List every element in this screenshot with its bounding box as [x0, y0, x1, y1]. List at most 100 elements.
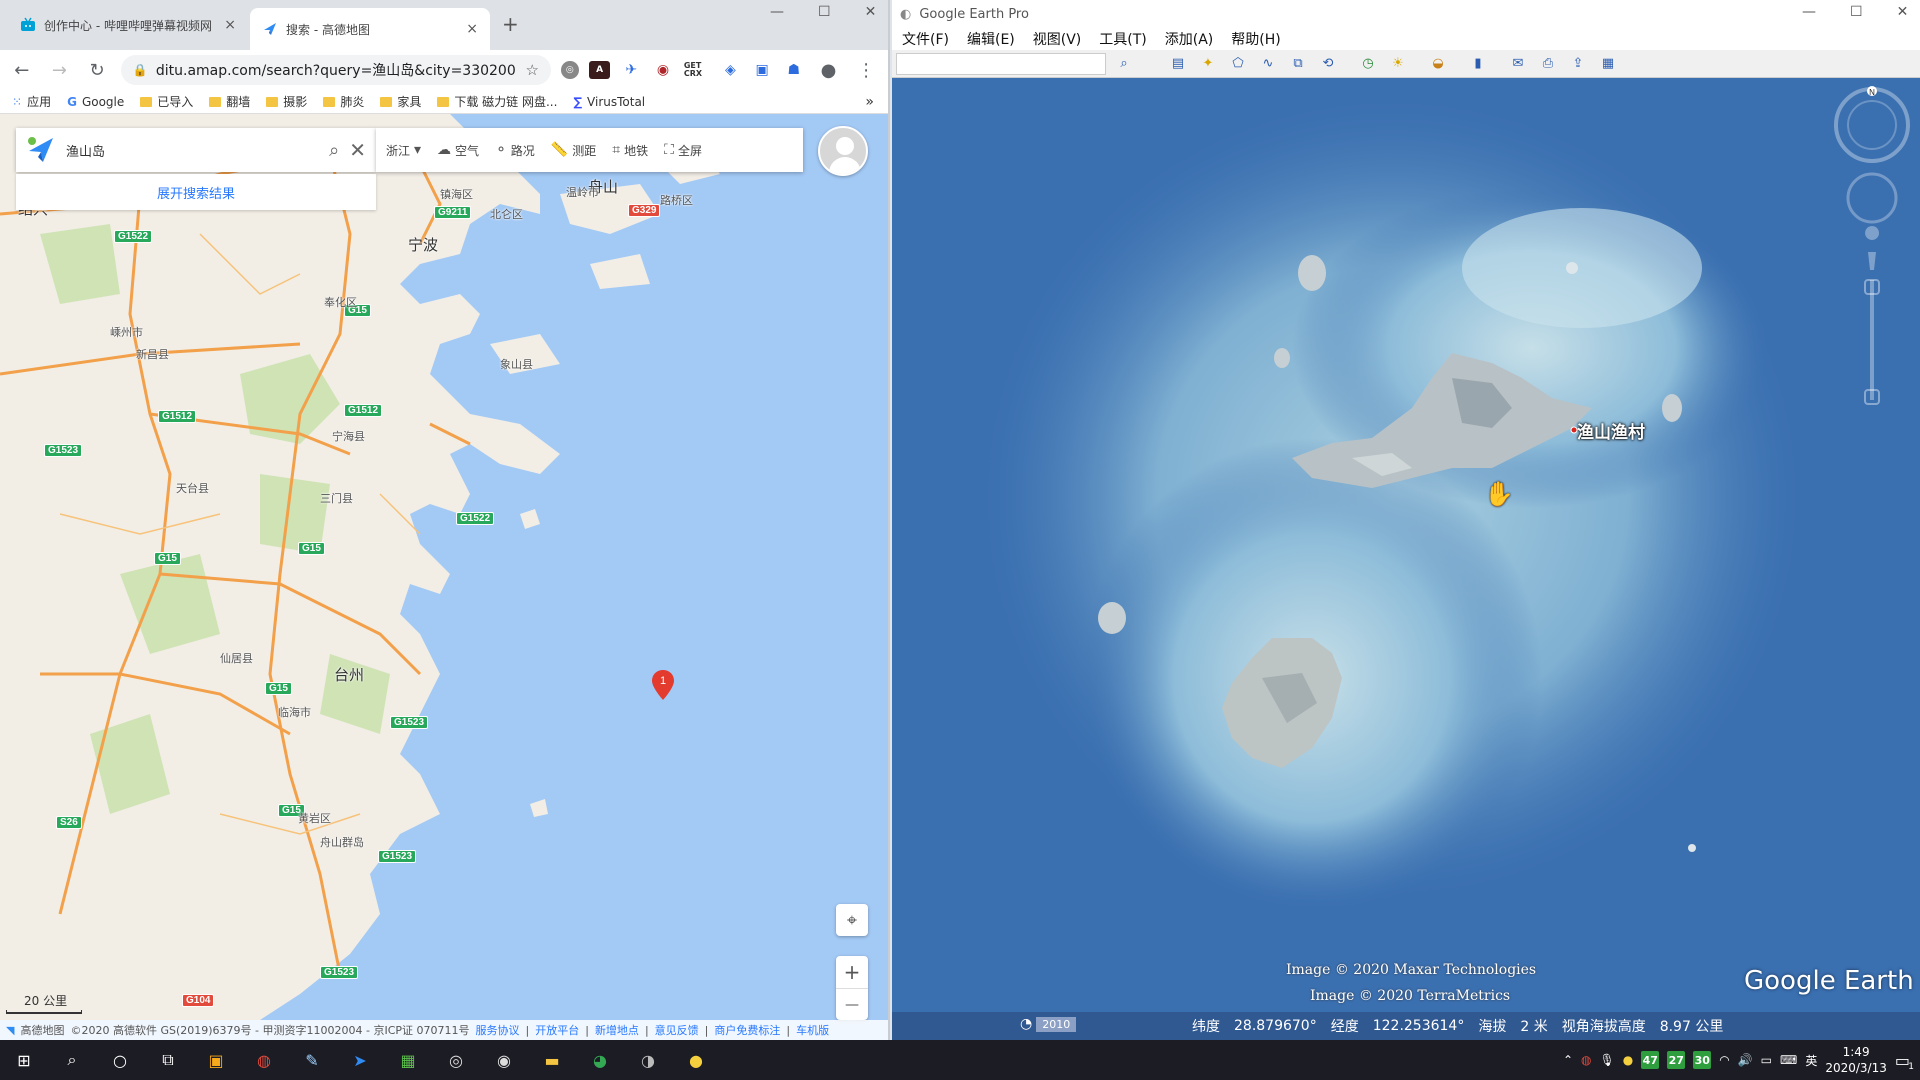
tab-close-button[interactable]: ×	[224, 17, 236, 33]
extension-icon[interactable]: ◉	[652, 61, 674, 79]
reload-button[interactable]: ↻	[83, 56, 111, 84]
start-windows-icon[interactable]: ⊞	[0, 1040, 48, 1080]
footer-link[interactable]: 服务协议	[476, 1022, 520, 1038]
google-earth-taskbar-icon[interactable]: ◑	[624, 1040, 672, 1080]
amap-map-view[interactable]: G1522 G9211 G329 G15 G1512 G1512 G1523 G1522 G15…	[0, 114, 888, 1040]
file-explorer-icon[interactable]: ▬	[528, 1040, 576, 1080]
footer-link[interactable]: 车机版	[796, 1022, 829, 1038]
extension-icon[interactable]: ◎	[560, 61, 579, 79]
extension-icon[interactable]: ☗	[782, 61, 805, 79]
bookmark-folder[interactable]: 已导入	[140, 93, 193, 110]
keyboard-icon[interactable]: ⌨	[1780, 1053, 1797, 1067]
bookmark-star-icon[interactable]: ☆	[525, 61, 538, 79]
app-icon[interactable]: ◍	[240, 1040, 288, 1080]
bookmark-folder[interactable]: 家具	[380, 93, 421, 110]
battery-icon[interactable]: ▭	[1761, 1053, 1772, 1067]
bookmark-folder[interactable]: 下载 磁力链 网盘...	[437, 93, 557, 110]
historical-imagery-icon[interactable]: ◷	[1356, 53, 1380, 75]
subway-button[interactable]: ⌗ 地铁	[612, 142, 648, 159]
address-bar[interactable]: 🔒 ditu.amap.com/search?query=渔山岛&city=33…	[120, 55, 551, 85]
chrome-icon[interactable]: ◕	[576, 1040, 624, 1080]
bookmark-google[interactable]: G Google	[67, 95, 124, 109]
tray-app-icon[interactable]: ●	[1623, 1053, 1633, 1067]
search-icon[interactable]: ⌕	[329, 140, 339, 161]
maximize-button[interactable]: ☐	[818, 4, 831, 20]
extension-icon[interactable]: ✈	[620, 61, 643, 79]
tray-badge[interactable]: 27	[1667, 1051, 1686, 1069]
print-icon[interactable]: ⎙	[1536, 53, 1560, 75]
minimize-button[interactable]: —	[770, 4, 784, 20]
get-crx-icon[interactable]: GET CRX	[683, 61, 710, 79]
menu-edit[interactable]: 编辑(E)	[967, 29, 1015, 49]
menu-help[interactable]: 帮助(H)	[1231, 29, 1280, 49]
tab-bilibili[interactable]: 创作中心 - 哔哩哔哩弹幕视频网 ×	[8, 8, 248, 42]
search-icon[interactable]: ⌕	[48, 1040, 96, 1080]
menu-add[interactable]: 添加(A)	[1165, 29, 1214, 49]
user-avatar[interactable]	[818, 126, 868, 176]
planets-icon[interactable]: ◒	[1426, 53, 1450, 75]
chevron-up-icon[interactable]: ⌃	[1563, 1053, 1573, 1067]
task-view-icon[interactable]: ⧉	[144, 1040, 192, 1080]
amap-taskbar-icon[interactable]: ➤	[336, 1040, 384, 1080]
location-pin-icon[interactable]: 1	[652, 670, 674, 700]
app-icon[interactable]: ◎	[432, 1040, 480, 1080]
sunlight-icon[interactable]: ☀	[1386, 53, 1410, 75]
tray-badge[interactable]: 47	[1641, 1051, 1660, 1069]
add-placemark-icon[interactable]: ✦	[1196, 53, 1220, 75]
search-icon[interactable]: ⌕	[1112, 53, 1136, 75]
bookmark-folder[interactable]: 摄影	[266, 93, 307, 110]
maximize-button[interactable]: ☐	[1850, 4, 1863, 20]
obs-icon[interactable]: ◉	[480, 1040, 528, 1080]
wifi-icon[interactable]: ◠	[1719, 1053, 1729, 1067]
profile-icon[interactable]: ●	[815, 56, 843, 84]
add-overlay-icon[interactable]: ⧉	[1286, 53, 1310, 75]
microphone-icon[interactable]: 🎙	[1600, 1053, 1615, 1067]
placemark-label[interactable]: 渔山渔村	[1577, 418, 1645, 443]
sidebar-toggle-icon[interactable]: ▤	[1166, 53, 1190, 75]
footer-link[interactable]: 商户免费标注	[714, 1022, 780, 1038]
footer-link[interactable]: 开放平台	[535, 1022, 579, 1038]
extension-icon[interactable]: A	[588, 61, 611, 79]
city-selector[interactable]: 浙江 ▾	[386, 142, 421, 159]
system-clock[interactable]: 1:49 2020/3/13	[1825, 1044, 1887, 1076]
minimize-button[interactable]: —	[1802, 4, 1816, 20]
air-quality-button[interactable]: ☁ 空气	[437, 142, 479, 159]
zoom-out-button[interactable]: —	[836, 988, 868, 1020]
zoom-in-button[interactable]: +	[844, 956, 861, 988]
ruler-icon[interactable]: ▮	[1466, 53, 1490, 75]
bookmark-folder[interactable]: 翻墙	[209, 93, 250, 110]
menu-file[interactable]: 文件(F)	[902, 29, 949, 49]
forward-button[interactable]: →	[46, 56, 74, 84]
menu-icon[interactable]: ⋮	[852, 56, 880, 84]
compass-north-icon[interactable]: N	[1869, 88, 1875, 97]
record-tour-icon[interactable]: ⟲	[1316, 53, 1340, 75]
notepad-icon[interactable]: ✎	[288, 1040, 336, 1080]
fullscreen-button[interactable]: ⛶ 全屏	[664, 142, 702, 159]
menu-tools[interactable]: 工具(T)	[1099, 29, 1146, 49]
expand-results-button[interactable]: 展开搜索结果	[16, 174, 376, 210]
cortana-icon[interactable]: ○	[96, 1040, 144, 1080]
placemark-icon[interactable]	[1569, 425, 1579, 435]
add-polygon-icon[interactable]: ⬠	[1226, 53, 1250, 75]
bookmark-folder[interactable]: 肺炎	[323, 93, 364, 110]
tray-app-icon[interactable]: ◍	[1581, 1053, 1591, 1067]
new-tab-button[interactable]: +	[502, 12, 519, 36]
footer-link[interactable]: 意见反馈	[655, 1022, 699, 1038]
back-button[interactable]: ←	[8, 56, 36, 84]
tab-close-button[interactable]: ×	[466, 21, 478, 37]
imagery-date-indicator[interactable]: ◔ 2010	[1020, 1016, 1077, 1032]
close-window-button[interactable]: ✕	[1897, 4, 1909, 20]
earth-search-input[interactable]	[896, 52, 1106, 75]
tray-badge[interactable]: 30	[1693, 1051, 1712, 1069]
email-icon[interactable]: ✉	[1506, 53, 1530, 75]
notification-center-icon[interactable]: ▭ 1	[1895, 1051, 1914, 1072]
menu-view[interactable]: 视图(V)	[1033, 29, 1082, 49]
view-in-maps-icon[interactable]: ▦	[1596, 53, 1620, 75]
save-image-icon[interactable]: ⇪	[1566, 53, 1590, 75]
extension-icon[interactable]: ◈	[719, 61, 742, 79]
locate-me-button[interactable]: ⌖	[836, 904, 868, 936]
clear-search-icon[interactable]: ✕	[349, 138, 366, 162]
app-icon[interactable]: ●	[672, 1040, 720, 1080]
bookmark-apps[interactable]: ⁙ 应用	[12, 93, 51, 110]
tab-amap[interactable]: 搜索 - 高德地图 ×	[250, 8, 490, 50]
